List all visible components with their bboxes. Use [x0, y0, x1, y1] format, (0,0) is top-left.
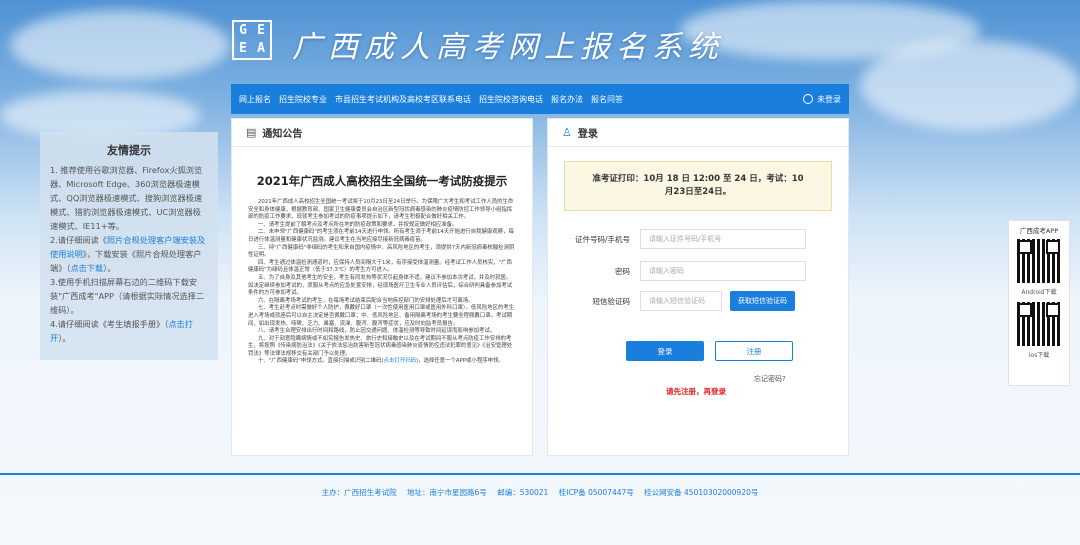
download-link[interactable]: 点击下载: [70, 263, 103, 273]
login-header-label: 登录: [577, 129, 598, 140]
tips-text: 4.请仔细阅读《考生填报手册》（: [50, 319, 169, 329]
nav-institution-phones[interactable]: 招生院校咨询电话: [479, 94, 543, 105]
tips-line: 2.请仔细阅读《照片合规处理客户端安装及使用说明》，下载安装《照片合规处理客户端…: [50, 233, 208, 275]
site-logo: G E E A: [232, 20, 272, 60]
footer-icp[interactable]: 桂ICP备 05007447号: [559, 488, 634, 497]
sms-row: 短信验证码 请输入短信验证码 获取短信验证码: [548, 291, 848, 311]
android-caption: Android下载: [1021, 289, 1057, 296]
password-row: 密码 请输入密码: [548, 261, 848, 281]
notice-paragraph: 2021年广西成人高校招生全国统一考试将于10月23日至24日举行。为保障广大考…: [248, 199, 514, 221]
tips-title: 友情提示: [107, 144, 151, 157]
notice-panel: ▤ 通知公告 2021年广西成人高校招生全国统一考试防疫提示 2021年广西成人…: [231, 118, 533, 456]
tips-text: ）。: [103, 263, 116, 273]
notice-paragraph: 八、请考生合理安排出行时间和路线，防止因交通问题、体温检测等导致时间延误而影响参…: [258, 328, 496, 335]
id-input[interactable]: 请输入证件号码/手机号: [640, 229, 806, 249]
id-row: 证件号码/手机号 请输入证件号码/手机号: [548, 229, 848, 249]
id-label: 证件号码/手机号: [574, 234, 630, 244]
sms-input[interactable]: 请输入短信验证码: [640, 291, 722, 311]
notice-paragraph: 二、未申领"广西健康码"的考生须在考前14天进行申领。所有考生须于考前14天开始…: [248, 229, 514, 243]
main-nav: 网上报名 招生院校专业 市县招生考试机构及高校考区联系电话 招生院校咨询电话 报…: [231, 84, 849, 114]
cloud-decoration: [860, 40, 1080, 130]
cloud-decoration: [10, 10, 230, 80]
login-header: ♙ 登录: [548, 119, 848, 147]
nav-exam-agency-phones[interactable]: 市县招生考试机构及高校考区联系电话: [335, 94, 471, 105]
user-icon: [803, 94, 813, 104]
forgot-password-link[interactable]: 忘记密码?: [754, 374, 786, 384]
notice-paragraph: 七、考生赴考点时需做好个人防护，佩戴好口罩（一次性使用医用口罩或医用外科口罩）。…: [248, 305, 515, 327]
login-status[interactable]: 未登录: [803, 94, 841, 105]
footer-host: 主办：广西招生考试院: [321, 488, 397, 497]
notice-paragraph: 十、"广西健康码"申领方式。直接扫描或识别二维码(点击打开扫码)，选择任意一个A…: [248, 358, 516, 366]
scan-link[interactable]: 点击打开扫码: [384, 358, 416, 364]
nav-registration-faq[interactable]: 报名问答: [591, 94, 623, 105]
tips-line: 1. 推荐使用谷歌浏览器、Firefox火狐浏览器、Microsoft Edge…: [50, 165, 203, 231]
login-button[interactable]: 登录: [626, 341, 704, 361]
get-sms-code-button[interactable]: 获取短信验证码: [730, 291, 795, 311]
notice-icon: ▤: [246, 126, 257, 139]
app-download: 广西成考APP Android下载 ios下载: [1008, 220, 1070, 386]
notice-header-label: 通知公告: [262, 129, 303, 140]
notice-paragraph: 三、持"广西健康码"非绿码的考生和来自国内疫情中、高风险地区的考生，须提供7天内…: [248, 244, 515, 259]
logo-letter: A: [257, 41, 265, 56]
footer-address: 地址：南宁市星园路6号: [407, 488, 487, 497]
register-button[interactable]: 注册: [715, 341, 793, 361]
logo-letter: E: [239, 41, 247, 56]
app-title: 广西成考APP: [1019, 227, 1059, 235]
friendly-tips: 友情提示 1. 推荐使用谷歌浏览器、Firefox火狐浏览器、Microsoft…: [40, 132, 218, 360]
notice-paragraph: 五、为了自身及其他考生的安全，考生有同发热等状况引起身体不适，建议不参加本次考试…: [248, 274, 513, 297]
nav-registration-method[interactable]: 报名办法: [551, 94, 583, 105]
sms-label: 短信验证码: [592, 296, 631, 306]
tips-text: ）。: [58, 333, 71, 343]
footer-postcode: 邮编：530021: [497, 488, 549, 497]
password-label: 密码: [615, 266, 630, 276]
notice-paragraph: 四、考生通过体温检测通道时，应保持人员间隔大于1米，有序接受体温测量。经考试工作…: [248, 259, 512, 274]
nav-online-registration[interactable]: 网上报名: [239, 94, 271, 105]
notice-paragraph: 九、对于刻意隐瞒病情或不如实报告发热史、旅行史和接触史以及在考试期间不服从考点防…: [248, 335, 513, 357]
notice-text: )，选择任意一个APP或小程序申领。: [416, 358, 504, 365]
tips-line: 4.请仔细阅读《考生填报手册》（点击打开）。: [50, 317, 208, 345]
logo-letter: G: [239, 23, 247, 38]
footer-divider: [0, 473, 1080, 475]
register-first-hint: 请先注册，再登录: [666, 387, 726, 396]
notice-text: 十、"广西健康码"申领方式。直接扫描或识别二维码(: [258, 358, 384, 365]
user-icon: ♙: [562, 126, 572, 139]
ios-caption: ios下载: [1028, 352, 1050, 359]
nav-institutions-majors[interactable]: 招生院校专业: [279, 94, 327, 105]
logo-letter: E: [257, 23, 265, 38]
site-title: 广西成人高考网上报名系统: [292, 30, 724, 65]
notice-body: 2021年广西成人高校招生全国统一考试将于10月23日至24日举行。为保障广大考…: [232, 199, 532, 366]
android-qr-code: [1017, 239, 1061, 283]
login-status-label: 未登录: [817, 94, 841, 104]
login-panel: ♙ 登录 准考证打印：10月 18 日 12:00 至 24 日，考试：10月2…: [547, 118, 849, 456]
tips-text: 2.请仔细阅读《: [50, 235, 107, 245]
password-input[interactable]: 请输入密码: [640, 261, 806, 281]
notice-title: 2021年广西成人高校招生全国统一考试防疫提示: [256, 174, 508, 188]
admit-card-notice: 准考证打印：10月 18 日 12:00 至 24 日，考试：10月23日至24…: [564, 161, 832, 211]
ios-qr-code: [1017, 302, 1061, 346]
notice-header: ▤ 通知公告: [232, 119, 532, 147]
tips-line: 3.使用手机扫描屏幕右边的二维码下载安装"广西成考"APP（请根据实际情况选择二…: [50, 277, 205, 315]
footer-police[interactable]: 桂公网安备 45010302000920号: [644, 488, 758, 497]
footer: 主办：广西招生考试院 地址：南宁市星园路6号 邮编：530021 桂ICP备 0…: [0, 487, 1080, 498]
